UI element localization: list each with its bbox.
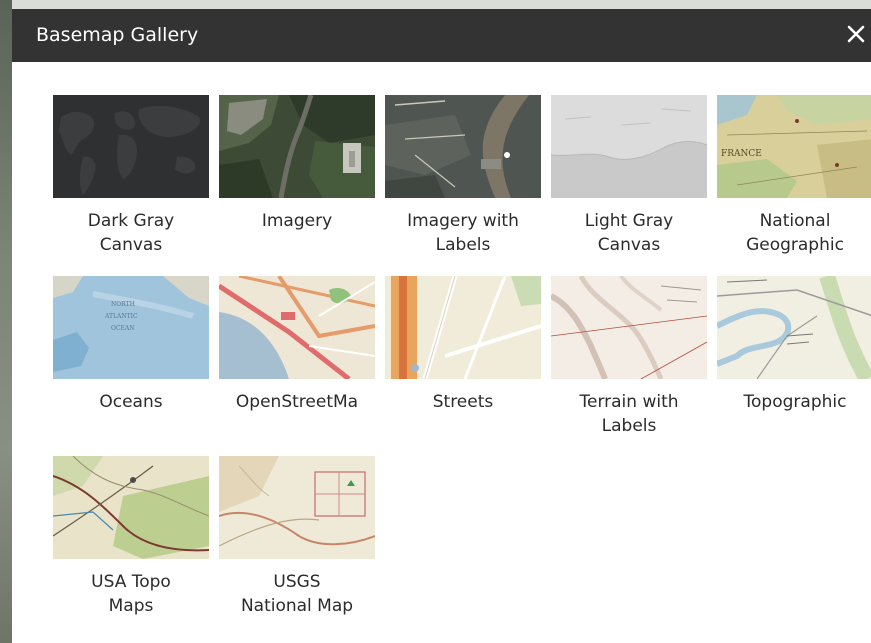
basemap-item-streets[interactable]: Streets <box>385 276 541 451</box>
basemap-label: USA Topo Maps <box>91 572 171 616</box>
national-geographic-thumbnail: FRANCE <box>717 95 871 198</box>
basemap-gallery-grid: Dark Gray Canvas Imagery Imagery with La… <box>12 62 871 643</box>
thumb-label-atlantic: ATLANTIC <box>104 313 138 320</box>
basemap-item-usa-topo-maps[interactable]: USA Topo Maps <box>53 456 209 631</box>
light-gray-canvas-thumbnail <box>551 95 707 198</box>
dark-gray-canvas-thumbnail <box>53 95 209 198</box>
basemap-label: Oceans <box>99 392 163 412</box>
oceans-thumbnail: NORTH ATLANTIC OCEAN <box>53 276 209 379</box>
basemap-item-imagery-with-labels[interactable]: Imagery with Labels <box>385 95 541 270</box>
dialog-titlebar: Basemap Gallery <box>12 9 871 62</box>
terrain-with-labels-thumbnail <box>551 276 707 379</box>
basemap-item-imagery[interactable]: Imagery <box>219 95 375 270</box>
streets-thumbnail <box>385 276 541 379</box>
thumb-label-north: NORTH <box>111 301 135 308</box>
basemap-item-light-gray-canvas[interactable]: Light Gray Canvas <box>551 95 707 270</box>
imagery-thumbnail <box>219 95 375 198</box>
basemap-label: Terrain with Labels <box>579 392 679 436</box>
thumb-label-ocean: OCEAN <box>111 325 134 332</box>
basemap-label: Light Gray Canvas <box>584 211 674 255</box>
basemap-label: OpenStreetMa <box>235 392 359 412</box>
thumb-label-france: FRANCE <box>721 149 762 159</box>
basemap-label: National Geographic <box>746 211 844 255</box>
basemap-item-national-geographic[interactable]: FRANCE National Geographic <box>717 95 871 270</box>
basemap-gallery-dialog: Basemap Gallery Dark Gray Canvas Imagery… <box>12 9 871 643</box>
basemap-label: Imagery with Labels <box>407 211 519 255</box>
map-background-top <box>0 0 871 9</box>
close-icon <box>847 25 865 43</box>
basemap-item-terrain-with-labels[interactable]: Terrain with Labels <box>551 276 707 451</box>
topographic-thumbnail <box>717 276 871 379</box>
dialog-title: Basemap Gallery <box>36 24 199 46</box>
openstreetmap-thumbnail <box>219 276 375 379</box>
basemap-label: USGS National Map <box>240 572 354 616</box>
basemap-item-oceans[interactable]: NORTH ATLANTIC OCEAN Oceans <box>53 276 209 451</box>
basemap-item-usgs-national-map[interactable]: USGS National Map <box>219 456 375 631</box>
usgs-national-map-thumbnail <box>219 456 375 559</box>
basemap-label: Imagery <box>261 211 333 231</box>
usa-topo-maps-thumbnail <box>53 456 209 559</box>
map-background-left <box>0 0 12 643</box>
screen: Basemap Gallery Dark Gray Canvas Imagery… <box>0 0 871 643</box>
basemap-item-topographic[interactable]: Topographic <box>717 276 871 451</box>
basemap-item-dark-gray-canvas[interactable]: Dark Gray Canvas <box>53 95 209 270</box>
close-button[interactable] <box>843 19 869 49</box>
basemap-label: Topographic <box>743 392 847 412</box>
basemap-item-openstreetmap[interactable]: OpenStreetMa <box>219 276 375 451</box>
imagery-with-labels-thumbnail <box>385 95 541 198</box>
basemap-label: Dark Gray Canvas <box>87 211 175 255</box>
basemap-label: Streets <box>432 392 494 412</box>
